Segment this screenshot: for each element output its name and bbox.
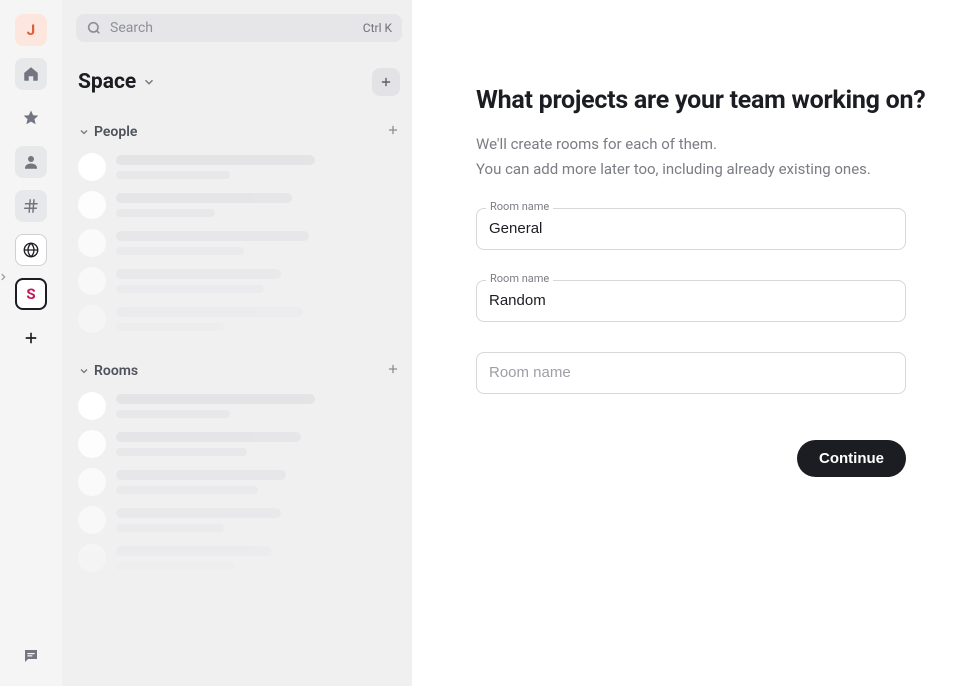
- rooms-placeholder-list: [76, 390, 402, 574]
- plus-icon: [379, 75, 393, 89]
- hash-icon: [22, 197, 40, 215]
- people-label: People: [94, 124, 137, 140]
- star-icon: [22, 109, 40, 127]
- people-section-header[interactable]: People: [76, 114, 402, 149]
- page-subtitle-1: We'll create rooms for each of them.: [476, 133, 955, 156]
- chevron-down-icon: [142, 75, 156, 89]
- space-menu[interactable]: Space: [78, 70, 156, 94]
- public-space-button[interactable]: [15, 234, 47, 266]
- list-item: [76, 189, 402, 221]
- add-space-button[interactable]: [15, 322, 47, 354]
- list-item: [76, 227, 402, 259]
- chevron-down-icon: [78, 126, 90, 138]
- rail-expand-button[interactable]: [0, 270, 8, 284]
- list-item: [76, 466, 402, 498]
- globe-icon: [22, 241, 40, 259]
- room-name-field-1: Room name: [476, 208, 906, 250]
- plus-icon: [386, 123, 400, 137]
- list-item: [76, 151, 402, 183]
- search-placeholder: Search: [110, 20, 355, 36]
- add-people-button[interactable]: [386, 122, 400, 141]
- sidebar: Search Ctrl K Space People: [62, 0, 412, 686]
- plus-icon: [386, 362, 400, 376]
- list-item: [76, 504, 402, 536]
- room-name-input-3[interactable]: [476, 352, 906, 394]
- chevron-down-icon: [78, 365, 90, 377]
- user-avatar[interactable]: J: [15, 14, 47, 46]
- current-space-button[interactable]: S: [15, 278, 47, 310]
- rooms-section-header[interactable]: Rooms: [76, 353, 402, 388]
- search-icon: [86, 20, 102, 36]
- people-placeholder-list: [76, 151, 402, 335]
- list-item: [76, 542, 402, 574]
- list-item: [76, 428, 402, 460]
- room-name-field-3: [476, 352, 906, 394]
- rooms-label: Rooms: [94, 363, 138, 379]
- page-subtitle-2: You can add more later too, including al…: [476, 158, 955, 181]
- favourites-button[interactable]: [15, 102, 47, 134]
- chevron-right-icon: [0, 272, 8, 282]
- chat-icon: [22, 647, 40, 665]
- rooms-button[interactable]: [15, 190, 47, 222]
- threads-button[interactable]: [15, 640, 47, 672]
- list-item: [76, 390, 402, 422]
- plus-icon: [22, 329, 40, 347]
- search-shortcut: Ctrl K: [363, 21, 392, 35]
- room-name-field-2: Room name: [476, 280, 906, 322]
- main-content: What projects are your team working on? …: [412, 0, 965, 686]
- search-field[interactable]: Search Ctrl K: [76, 14, 402, 42]
- field-label: Room name: [486, 200, 553, 213]
- people-button[interactable]: [15, 146, 47, 178]
- list-item: [76, 303, 402, 335]
- create-button[interactable]: [372, 68, 400, 96]
- add-room-button[interactable]: [386, 361, 400, 380]
- nav-rail: J S: [0, 0, 62, 686]
- page-title: What projects are your team working on?: [476, 86, 955, 115]
- space-title: Space: [78, 70, 136, 94]
- room-name-input-2[interactable]: [476, 280, 906, 322]
- person-icon: [22, 153, 40, 171]
- room-name-input-1[interactable]: [476, 208, 906, 250]
- field-label: Room name: [486, 272, 553, 285]
- home-icon: [22, 65, 40, 83]
- continue-button[interactable]: Continue: [797, 440, 906, 477]
- list-item: [76, 265, 402, 297]
- home-button[interactable]: [15, 58, 47, 90]
